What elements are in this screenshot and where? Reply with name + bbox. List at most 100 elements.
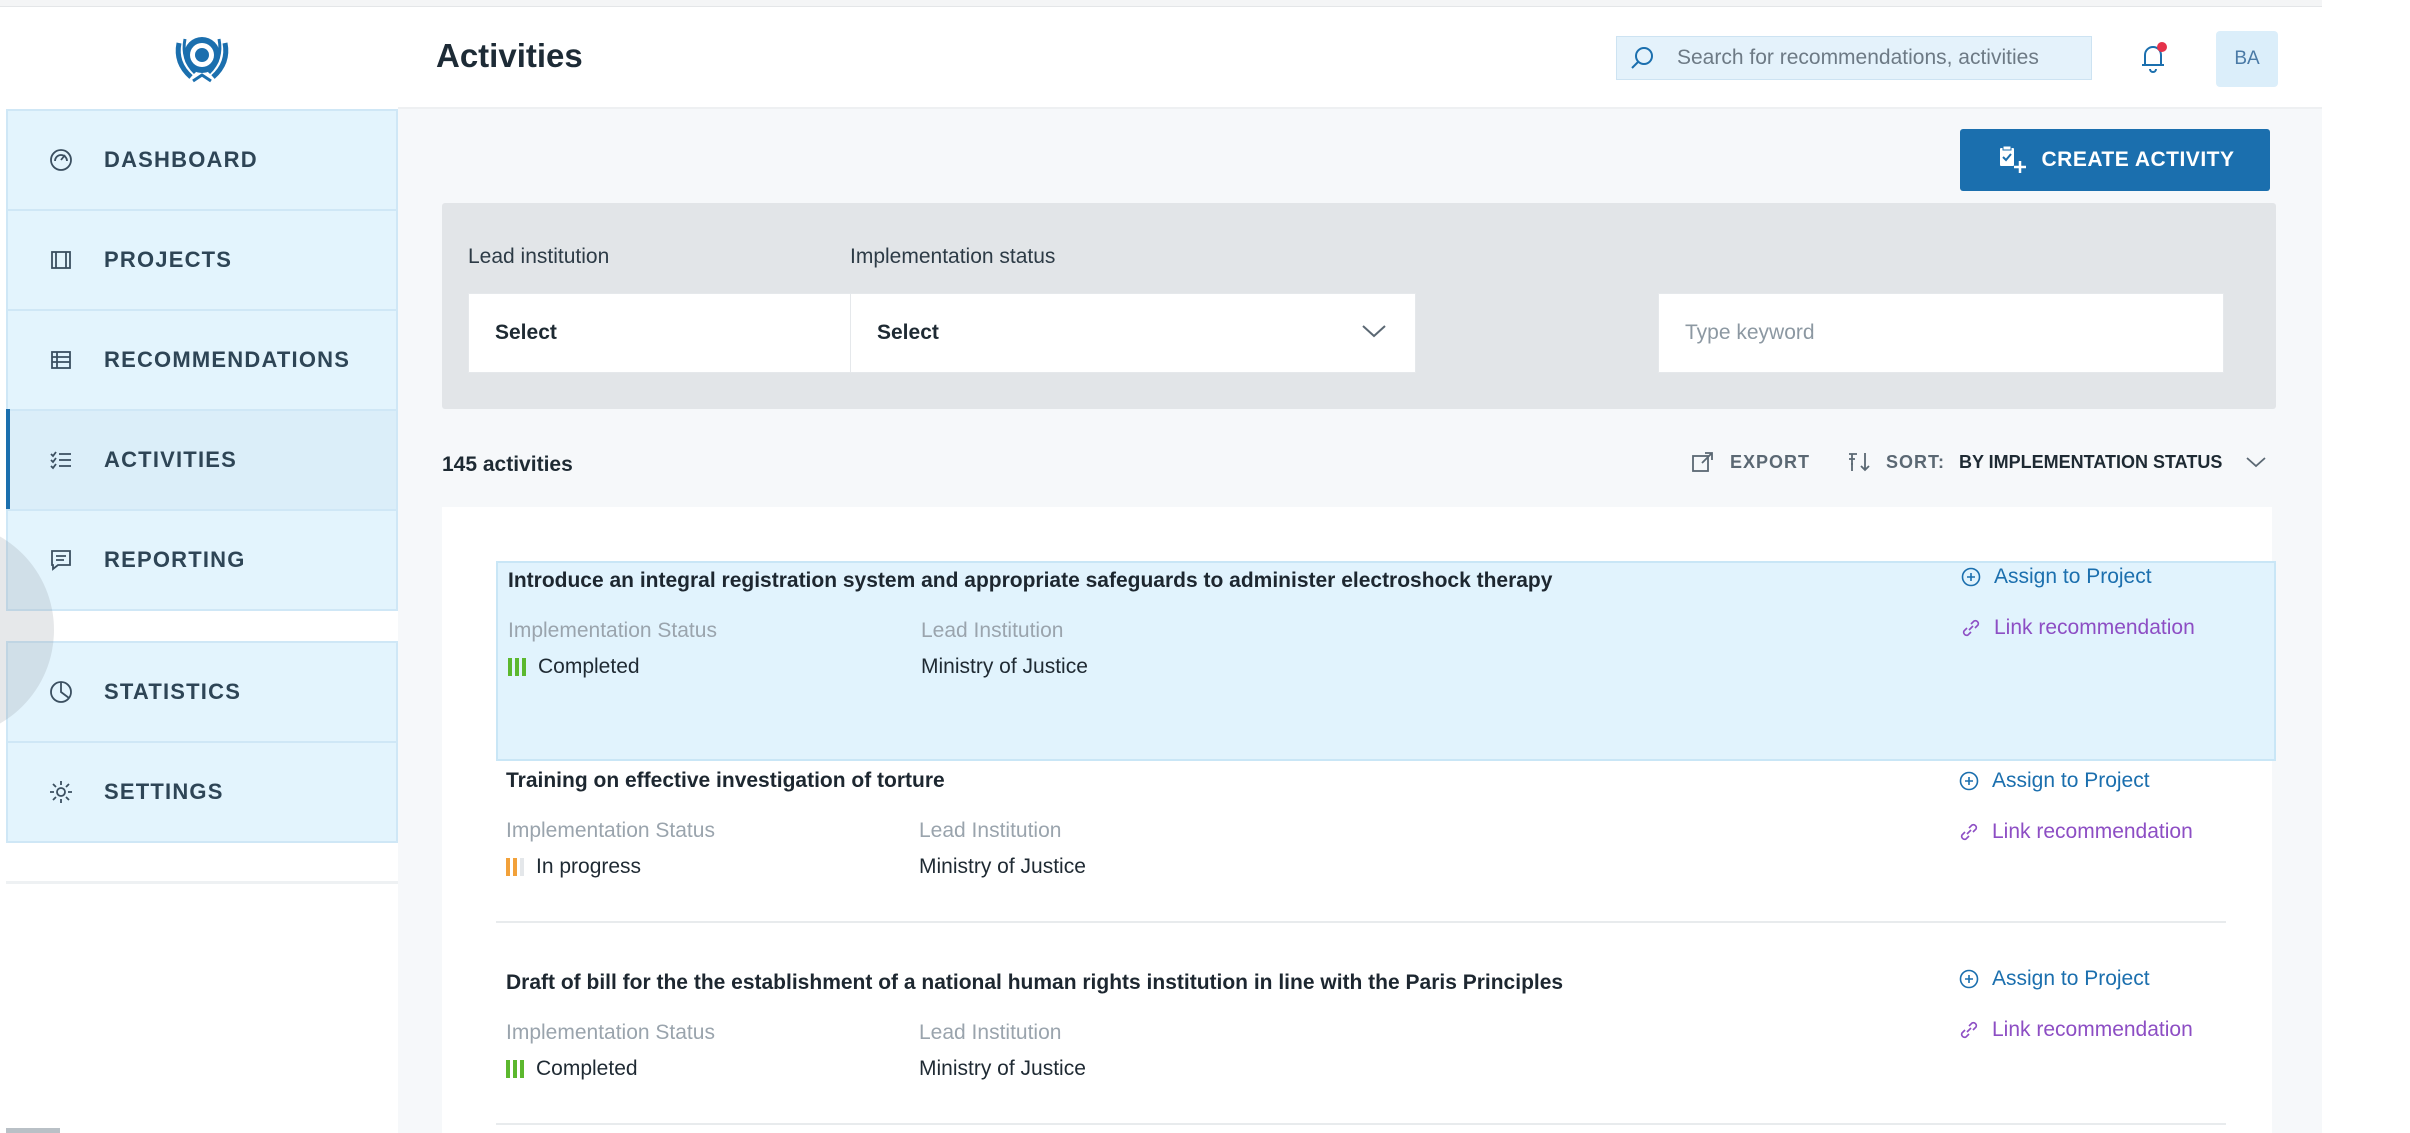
footer-mark: [6, 1128, 60, 1133]
page: DASHBOARD PROJECTS RECOMMENDATIONS ACTIV…: [0, 0, 2410, 1133]
sort-value: BY IMPLEMENTATION STATUS: [1959, 451, 2223, 472]
lead-institution-value: Ministry of Justice: [919, 855, 1086, 878]
plus-circle-icon: [1961, 567, 1981, 587]
sidebar-item-label: REPORTING: [104, 547, 246, 572]
create-activity-label: CREATE ACTIVITY: [2041, 148, 2235, 171]
link-label: Link recommendation: [1992, 1018, 2193, 1041]
sort-dropdown[interactable]: SORT: BY IMPLEMENTATION STATUS: [1846, 449, 2268, 475]
status-bars-icon: [508, 658, 526, 676]
status-text: In progress: [536, 855, 642, 878]
filter-panel: Lead institution Implementation status S…: [442, 203, 2276, 409]
logo[interactable]: [6, 7, 398, 109]
sidebar-item-label: ACTIVITIES: [104, 447, 238, 472]
link-icon: [1960, 1021, 1978, 1039]
top-border: [0, 0, 2322, 7]
assign-to-project-link[interactable]: Assign to Project: [1958, 769, 2150, 793]
search-bar[interactable]: [1616, 36, 2092, 80]
assign-label: Assign to Project: [1992, 967, 2150, 990]
recommendations-icon: [46, 345, 76, 375]
status-text: Completed: [536, 1057, 638, 1080]
keyword-input[interactable]: [1685, 321, 2197, 345]
plus-circle-icon: [1959, 969, 1979, 989]
sidebar-item-label: STATISTICS: [104, 679, 242, 704]
main-content: Activities BA: [398, 7, 2322, 1133]
activity-title[interactable]: Introduce an integral registration syste…: [508, 569, 1552, 593]
sidebar-item-label: SETTINGS: [104, 779, 224, 804]
divider: [496, 1123, 2226, 1125]
export-button[interactable]: EXPORT: [1690, 449, 1810, 475]
page-title: Activities: [436, 37, 583, 74]
implementation-status-heading: Implementation Status: [506, 1021, 715, 1044]
link-recommendation-link[interactable]: Link recommendation: [1958, 820, 2193, 844]
assign-label: Assign to Project: [1992, 769, 2150, 792]
link-recommendation-link[interactable]: Link recommendation: [1960, 616, 2195, 640]
search-input[interactable]: [1677, 46, 2087, 70]
status-badge: Completed: [506, 1057, 638, 1081]
top-bar: Activities BA: [398, 7, 2322, 109]
implementation-status-label: Implementation status: [850, 245, 1056, 268]
chevron-down-icon: [1359, 322, 1389, 344]
lead-institution-value: Ministry of Justice: [921, 655, 1088, 678]
sidebar-item-label: PROJECTS: [104, 247, 233, 272]
right-margin: [2322, 0, 2410, 1133]
sidebar-item-recommendations[interactable]: RECOMMENDATIONS: [6, 309, 398, 411]
chevron-down-icon: [2246, 457, 2266, 468]
search-icon: [1625, 41, 1659, 75]
sort-icon: [1849, 453, 1870, 472]
status-bars-icon: [506, 1060, 524, 1078]
link-label: Link recommendation: [1994, 616, 2195, 639]
create-activity-button[interactable]: CREATE ACTIVITY: [1960, 129, 2270, 191]
assign-label: Assign to Project: [1994, 565, 2152, 588]
activity-list: Introduce an integral registration syste…: [442, 507, 2276, 1133]
link-icon: [1962, 619, 1980, 637]
keyword-field[interactable]: [1658, 293, 2224, 373]
activity-title[interactable]: Training on effective investigation of t…: [506, 769, 945, 793]
lead-institution-value: Ministry of Justice: [919, 1057, 1086, 1080]
projects-icon: [46, 245, 76, 275]
plus-circle-icon: [1959, 771, 1979, 791]
implementation-status-heading: Implementation Status: [508, 619, 717, 642]
lead-institution-heading: Lead Institution: [921, 619, 1064, 642]
sidebar-item-label: RECOMMENDATIONS: [104, 347, 351, 372]
sidebar-item-projects[interactable]: PROJECTS: [6, 209, 398, 311]
sidebar-item-reporting[interactable]: REPORTING: [6, 509, 398, 611]
link-label: Link recommendation: [1992, 820, 2193, 843]
divider: [496, 921, 2226, 923]
list-item[interactable]: Training on effective investigation of t…: [496, 763, 2276, 963]
status-badge: Completed: [508, 655, 640, 679]
implementation-status-value: Select: [877, 321, 939, 344]
status-text: Completed: [538, 655, 640, 678]
sidebar-item-dashboard[interactable]: DASHBOARD: [6, 109, 398, 211]
list-item[interactable]: Draft of bill for the the establishment …: [496, 965, 2276, 1133]
avatar[interactable]: BA: [2216, 31, 2278, 87]
notifications-button[interactable]: [2133, 37, 2173, 77]
implementation-status-select[interactable]: Select: [850, 293, 1416, 373]
add-activity-icon: [2000, 145, 2027, 173]
lead-institution-label: Lead institution: [468, 245, 610, 268]
status-badge: In progress: [506, 855, 641, 879]
sort-label: SORT:: [1886, 451, 1945, 472]
results-count: 145 activities: [442, 453, 573, 476]
lead-institution-value: Select: [495, 321, 557, 344]
lead-institution-heading: Lead Institution: [919, 1021, 1062, 1044]
sidebar-divider: [6, 881, 398, 884]
status-bars-icon: [506, 858, 524, 876]
settings-icon: [46, 777, 76, 807]
sidebar-item-label: DASHBOARD: [104, 147, 258, 172]
sidebar-item-statistics[interactable]: STATISTICS: [6, 641, 398, 743]
un-emblem-icon: [175, 37, 229, 83]
reporting-icon: [46, 545, 76, 575]
link-recommendation-link[interactable]: Link recommendation: [1958, 1018, 2193, 1042]
implementation-status-heading: Implementation Status: [506, 819, 715, 842]
sidebar-item-settings[interactable]: SETTINGS: [6, 741, 398, 843]
assign-to-project-link[interactable]: Assign to Project: [1960, 565, 2152, 589]
statistics-icon: [46, 677, 76, 707]
assign-to-project-link[interactable]: Assign to Project: [1958, 967, 2150, 991]
link-icon: [1960, 823, 1978, 841]
export-label: EXPORT: [1730, 451, 1811, 472]
sidebar-item-activities[interactable]: ACTIVITIES: [6, 409, 398, 511]
list-item[interactable]: Introduce an integral registration syste…: [496, 561, 2276, 761]
sidebar: DASHBOARD PROJECTS RECOMMENDATIONS ACTIV…: [0, 7, 398, 1133]
lead-institution-heading: Lead Institution: [919, 819, 1062, 842]
activity-title[interactable]: Draft of bill for the the establishment …: [506, 971, 1563, 995]
